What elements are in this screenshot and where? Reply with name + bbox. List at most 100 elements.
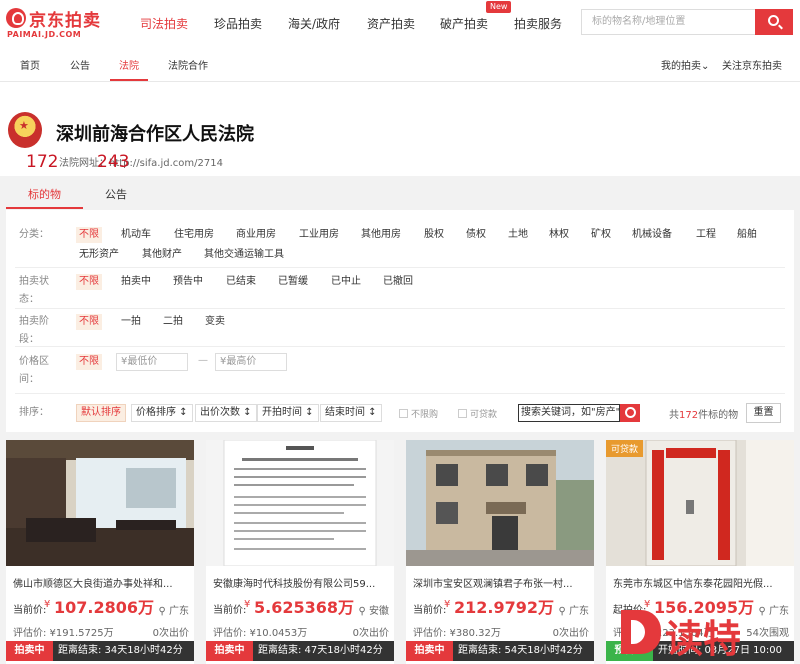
category-option[interactable]: 股权 bbox=[421, 227, 447, 243]
nav-treasure-auction[interactable]: 珍品拍卖 bbox=[214, 15, 262, 32]
location: ⚲ 安徽 bbox=[358, 602, 389, 617]
active-tab-indicator bbox=[110, 79, 148, 81]
category-option[interactable]: 其他财产 bbox=[139, 247, 185, 263]
price-label: 当前价: bbox=[13, 605, 47, 616]
location-text: 广东 bbox=[569, 606, 589, 617]
auction-card[interactable]: 佛山市顺德区大良街道办事处祥和... 当前价: ¥ 107.2806万 ⚲ 广东… bbox=[6, 440, 194, 664]
card-title[interactable]: 安徽康海时代科技股份有限公司59... bbox=[213, 575, 389, 590]
keyword-search-input[interactable]: 搜索关键词，如"房产" bbox=[518, 404, 620, 422]
nav-judicial-auction[interactable]: 司法拍卖 bbox=[140, 15, 188, 32]
price-max-input[interactable]: ¥最高价 bbox=[215, 353, 287, 371]
nav-auction-service[interactable]: 拍卖服务 bbox=[514, 15, 562, 32]
currency-symbol: ¥ bbox=[244, 599, 251, 610]
bid-count: 0次出价 bbox=[152, 628, 189, 639]
category-option[interactable]: 机械设备 bbox=[629, 227, 675, 243]
keyword-search-icon[interactable] bbox=[620, 404, 640, 422]
category-option[interactable]: 机动车 bbox=[118, 227, 154, 243]
tab-items[interactable]: 标的物 bbox=[28, 186, 61, 202]
chevron-down-icon: ⌄ bbox=[701, 61, 710, 72]
nav-customs-government[interactable]: 海关/政府 bbox=[288, 15, 340, 32]
no-purchase-limit-checkbox[interactable]: 不限购 bbox=[399, 407, 438, 420]
status-option[interactable]: 拍卖中 bbox=[118, 274, 154, 290]
nav-asset-auction[interactable]: 资产拍卖 bbox=[367, 15, 415, 32]
status-option[interactable]: 已撤回 bbox=[380, 274, 416, 290]
category-option[interactable]: 无形资产 bbox=[76, 247, 122, 263]
card-title[interactable]: 东莞市东城区中信东泰花园阳光假... bbox=[613, 575, 789, 590]
category-option[interactable]: 船舶 bbox=[734, 227, 760, 243]
category-option[interactable]: 其他用房 bbox=[358, 227, 404, 243]
card-title[interactable]: 佛山市顺德区大良街道办事处祥和... bbox=[13, 575, 189, 590]
sort-default-button[interactable]: 默认排序 bbox=[76, 404, 126, 422]
loan-available-tag: 可贷款 bbox=[606, 440, 644, 457]
category-option[interactable]: 矿权 bbox=[588, 227, 614, 243]
watermark-text: 读特 bbox=[665, 617, 742, 661]
price-min-input[interactable]: ¥最低价 bbox=[116, 353, 188, 371]
category-option[interactable]: 其他交通运输工具 bbox=[201, 247, 287, 263]
location-pin-icon: ⚲ bbox=[158, 606, 166, 617]
watermark-d-icon bbox=[621, 610, 661, 654]
status-option[interactable]: 已暂缓 bbox=[275, 274, 311, 290]
divider bbox=[15, 393, 785, 394]
follow-jd-auction-link[interactable]: 关注京东拍卖 bbox=[722, 57, 782, 72]
location-text: 广东 bbox=[169, 606, 189, 617]
subnav-notices[interactable]: 公告 bbox=[70, 57, 90, 72]
tab-indicator bbox=[6, 207, 83, 209]
jd-logo-icon bbox=[6, 8, 26, 28]
property-photo[interactable] bbox=[206, 440, 394, 566]
result-count-suffix: 件标的物 bbox=[698, 410, 739, 421]
sort-end-time-button[interactable]: 结束时间 ↕ bbox=[320, 404, 382, 422]
currency-symbol: ¥ bbox=[444, 599, 451, 610]
price-option-any[interactable]: 不限 bbox=[76, 354, 102, 370]
subnav-court-cooperation[interactable]: 法院合作 bbox=[168, 57, 208, 72]
stage-option[interactable]: 一拍 bbox=[118, 314, 144, 330]
jd-auction-logo[interactable]: 京东拍卖 PAIMAI.JD.COM bbox=[6, 6, 118, 40]
category-option[interactable]: 不限 bbox=[76, 227, 102, 243]
category-option[interactable]: 商业用房 bbox=[233, 227, 279, 243]
divider bbox=[15, 267, 785, 268]
category-option[interactable]: 债权 bbox=[463, 227, 489, 243]
subnav-courts[interactable]: 法院 bbox=[119, 57, 139, 72]
court-url[interactable]: 法院网址：http://sifa.jd.com/2714 bbox=[59, 154, 223, 169]
status-label: 拍卖状态： bbox=[19, 276, 49, 305]
card-title[interactable]: 深圳市宝安区观澜镇君子布张一村... bbox=[413, 575, 589, 590]
category-option[interactable]: 工程 bbox=[693, 227, 719, 243]
tab-notices[interactable]: 公告 bbox=[105, 186, 127, 202]
subnav-home[interactable]: 首页 bbox=[20, 57, 40, 72]
search-button[interactable] bbox=[755, 9, 793, 35]
sort-price-button[interactable]: 价格排序 ↕ bbox=[131, 404, 193, 422]
auction-card[interactable]: 安徽康海时代科技股份有限公司59... 当前价: ¥ 5.625368万 ⚲ 安… bbox=[206, 440, 394, 664]
card-footer: 拍卖中 距离结束: 47天18小时42分 bbox=[206, 641, 394, 661]
stage-option[interactable]: 变卖 bbox=[202, 314, 228, 330]
status-option[interactable]: 预告中 bbox=[170, 274, 206, 290]
bid-count: 0次出价 bbox=[552, 628, 589, 639]
reset-button[interactable]: 重置 bbox=[746, 403, 781, 423]
sort-start-time-button[interactable]: 开拍时间 ↕ bbox=[257, 404, 319, 422]
status-option[interactable]: 已结束 bbox=[223, 274, 259, 290]
result-count-prefix: 共 bbox=[669, 410, 679, 421]
property-photo[interactable] bbox=[6, 440, 194, 566]
category-option[interactable]: 工业用房 bbox=[296, 227, 342, 243]
currency-symbol: ¥ bbox=[44, 599, 51, 610]
court-name: 深圳前海合作区人民法院 bbox=[56, 124, 254, 145]
divider bbox=[15, 346, 785, 347]
property-photo[interactable] bbox=[606, 440, 794, 566]
auction-card[interactable]: 深圳市宝安区观澜镇君子布张一村... 当前价: ¥ 212.9792万 ⚲ 广东… bbox=[406, 440, 594, 664]
loan-available-checkbox[interactable]: 可贷款 bbox=[458, 407, 497, 420]
search-input[interactable]: 标的物名称/地理位置 bbox=[581, 9, 755, 35]
nav-bankruptcy-auction[interactable]: 破产拍卖 bbox=[440, 15, 488, 32]
result-count-number: 172 bbox=[679, 410, 699, 421]
stage-label: 拍卖阶段： bbox=[19, 316, 49, 345]
price-label: 价格区间： bbox=[19, 356, 49, 385]
category-option[interactable]: 林权 bbox=[546, 227, 572, 243]
category-option[interactable]: 土地 bbox=[505, 227, 531, 243]
property-photo[interactable] bbox=[406, 440, 594, 566]
category-option[interactable]: 住宅用房 bbox=[171, 227, 217, 243]
new-badge: New bbox=[486, 1, 512, 13]
stage-option[interactable]: 不限 bbox=[76, 314, 102, 330]
status-option[interactable]: 不限 bbox=[76, 274, 102, 290]
my-auctions-link[interactable]: 我的拍卖⌄ bbox=[661, 57, 709, 72]
brand-name: 京东拍卖 bbox=[29, 11, 101, 31]
stage-option[interactable]: 二拍 bbox=[160, 314, 186, 330]
status-option[interactable]: 已中止 bbox=[328, 274, 364, 290]
sort-bids-button[interactable]: 出价次数 ↕ bbox=[195, 404, 257, 422]
